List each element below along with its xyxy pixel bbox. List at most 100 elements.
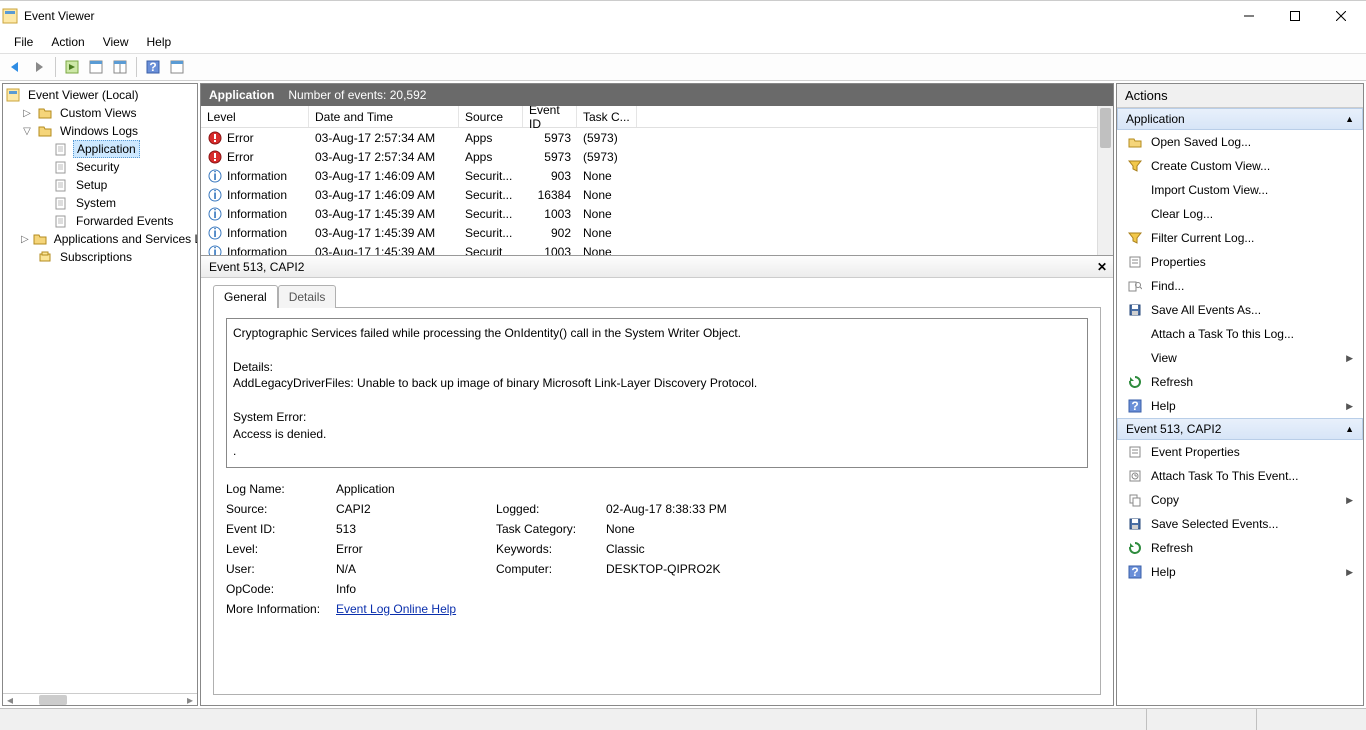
tree-twister[interactable]: ▷ <box>21 234 29 245</box>
tree-node[interactable]: Subscriptions <box>5 248 195 266</box>
label-taskcat: Task Category: <box>496 522 606 536</box>
close-button[interactable] <box>1318 1 1364 31</box>
panel1-button[interactable] <box>85 56 107 78</box>
log-icon <box>53 177 69 193</box>
tab-general[interactable]: General <box>213 285 278 308</box>
action-item[interactable]: Refresh <box>1117 536 1363 560</box>
tab-details[interactable]: Details <box>278 285 337 308</box>
log-icon <box>37 249 53 265</box>
tree-node[interactable]: ▷ Applications and Services Lo <box>5 230 195 248</box>
actions-section-application[interactable]: Application▲ <box>1117 108 1363 130</box>
action-label: Save All Events As... <box>1151 303 1261 317</box>
actions-pane: Actions Application▲ Open Saved Log...Cr… <box>1116 83 1364 706</box>
action-item[interactable]: Clear Log... <box>1117 202 1363 226</box>
menu-help[interactable]: Help <box>139 33 180 51</box>
log-icon <box>37 123 53 139</box>
action-label: Help <box>1151 399 1176 413</box>
maximize-button[interactable] <box>1272 1 1318 31</box>
tree-label: Applications and Services Lo <box>51 231 197 247</box>
action-item[interactable]: Save All Events As... <box>1117 298 1363 322</box>
scroll-thumb[interactable] <box>1100 108 1111 148</box>
action-item[interactable]: Attach Task To This Event... <box>1117 464 1363 488</box>
tree-horizontal-scrollbar[interactable]: ◂ ▸ <box>3 693 197 705</box>
action-item[interactable]: Import Custom View... <box>1117 178 1363 202</box>
tree-node[interactable]: System <box>5 194 195 212</box>
label-keywords: Keywords: <box>496 542 606 556</box>
center-pane: Application Number of events: 20,592 Lev… <box>200 83 1114 706</box>
event-row[interactable]: iInformation03-Aug-17 1:45:39 AMSecurit.… <box>201 223 1113 242</box>
action-item[interactable]: Find... <box>1117 274 1363 298</box>
label-source: Source: <box>226 502 336 516</box>
tree-root[interactable]: Event Viewer (Local) <box>5 86 195 104</box>
action-item[interactable]: Properties <box>1117 250 1363 274</box>
menu-action[interactable]: Action <box>43 33 92 51</box>
action-item[interactable]: Save Selected Events... <box>1117 512 1363 536</box>
value-eventid: 513 <box>336 522 496 536</box>
info-icon: i <box>207 244 223 257</box>
actions-section-event[interactable]: Event 513, CAPI2▲ <box>1117 418 1363 440</box>
find-icon <box>1127 278 1143 294</box>
forward-button[interactable] <box>28 56 50 78</box>
link-online-help[interactable]: Event Log Online Help <box>336 602 456 616</box>
task-icon <box>1127 468 1143 484</box>
action-label: Copy <box>1151 493 1179 507</box>
info-icon: i <box>207 206 223 222</box>
action-item[interactable]: ?Help▶ <box>1117 560 1363 584</box>
action-item[interactable]: Open Saved Log... <box>1117 130 1363 154</box>
event-row[interactable]: iInformation03-Aug-17 1:46:09 AMSecurit.… <box>201 166 1113 185</box>
tree-node[interactable]: ▷Custom Views <box>5 104 195 122</box>
svg-text:?: ? <box>149 60 156 74</box>
col-eventid[interactable]: Event ID <box>523 106 577 127</box>
log-icon <box>53 195 69 211</box>
tree-node[interactable]: Application <box>5 140 195 158</box>
event-row[interactable]: iInformation03-Aug-17 1:45:39 AMSecurit1… <box>201 242 1113 256</box>
event-row[interactable]: iInformation03-Aug-17 1:45:39 AMSecurit.… <box>201 204 1113 223</box>
action-item[interactable]: Filter Current Log... <box>1117 226 1363 250</box>
log-icon <box>33 231 47 247</box>
value-opcode: Info <box>336 582 496 596</box>
open-icon <box>1127 134 1143 150</box>
label-logname: Log Name: <box>226 482 336 496</box>
minimize-button[interactable] <box>1226 1 1272 31</box>
event-row[interactable]: Error03-Aug-17 2:57:34 AMApps5973(5973) <box>201 147 1113 166</box>
event-row[interactable]: iInformation03-Aug-17 1:46:09 AMSecurit.… <box>201 185 1113 204</box>
svg-text:i: i <box>213 245 216 257</box>
action-item[interactable]: Copy▶ <box>1117 488 1363 512</box>
svg-text:i: i <box>213 188 216 202</box>
action-item[interactable]: Create Custom View... <box>1117 154 1363 178</box>
tree-node[interactable]: ▽Windows Logs <box>5 122 195 140</box>
action-item[interactable]: Event Properties <box>1117 440 1363 464</box>
action-item[interactable]: View▶ <box>1117 346 1363 370</box>
panel3-button[interactable] <box>166 56 188 78</box>
col-source[interactable]: Source <box>459 106 523 127</box>
action-item[interactable]: ?Help▶ <box>1117 394 1363 418</box>
help-button[interactable]: ? <box>142 56 164 78</box>
grid-vertical-scrollbar[interactable] <box>1097 106 1113 255</box>
event-row[interactable]: Error03-Aug-17 2:57:34 AMApps5973(5973) <box>201 128 1113 147</box>
action-label: Refresh <box>1151 375 1193 389</box>
tree-twister[interactable]: ▽ <box>21 126 33 137</box>
action-item[interactable]: Refresh <box>1117 370 1363 394</box>
events-grid: Level Date and Time Source Event ID Task… <box>201 106 1113 256</box>
tree-node[interactable]: Forwarded Events <box>5 212 195 230</box>
action-label: Event Properties <box>1151 445 1240 459</box>
show-tree-button[interactable] <box>61 56 83 78</box>
action-item[interactable]: Attach a Task To this Log... <box>1117 322 1363 346</box>
col-level[interactable]: Level <box>201 106 309 127</box>
back-button[interactable] <box>4 56 26 78</box>
error-icon <box>207 149 223 165</box>
menu-file[interactable]: File <box>6 33 41 51</box>
tree-node[interactable]: Security <box>5 158 195 176</box>
col-datetime[interactable]: Date and Time <box>309 106 459 127</box>
svg-text:?: ? <box>1131 399 1138 413</box>
titlebar[interactable]: Event Viewer <box>0 1 1366 31</box>
scroll-thumb[interactable] <box>39 695 67 705</box>
detail-close-button[interactable]: ✕ <box>1097 260 1107 274</box>
tree-node[interactable]: Setup <box>5 176 195 194</box>
toolbar: ? <box>0 53 1366 81</box>
menu-view[interactable]: View <box>95 33 137 51</box>
panel2-button[interactable] <box>109 56 131 78</box>
app-icon <box>2 8 18 24</box>
col-taskcat[interactable]: Task C... <box>577 106 637 127</box>
tree-twister[interactable]: ▷ <box>21 108 33 119</box>
